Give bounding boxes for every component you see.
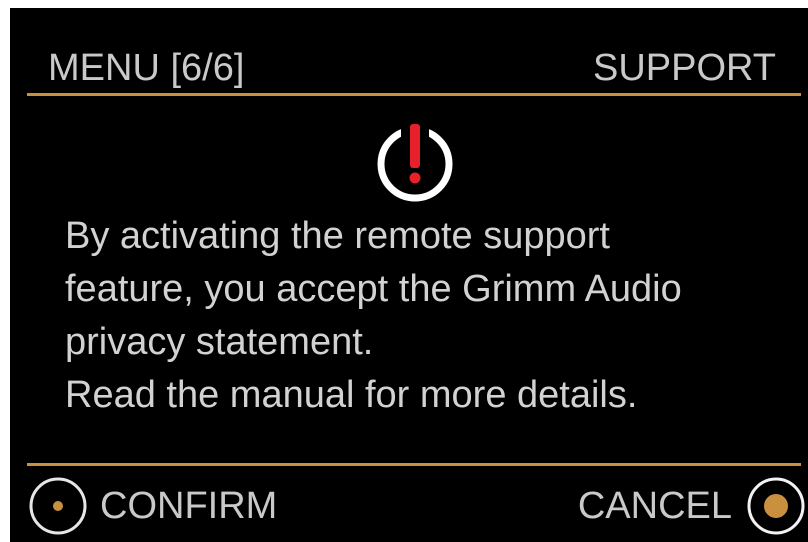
message-line: privacy statement. [65, 321, 374, 363]
message-line: feature, you accept the Grimm Audio [65, 268, 682, 310]
power-alert-icon [377, 124, 453, 202]
cancel-button[interactable]: CANCEL [578, 476, 806, 536]
message-line: Read the manual for more details. [65, 374, 638, 416]
confirm-label: CONFIRM [100, 485, 278, 527]
device-screen: MENU [6/6] SUPPORT By activating the rem… [10, 8, 808, 542]
menu-position: MENU [6/6] [48, 47, 245, 89]
confirm-button[interactable]: CONFIRM [28, 476, 277, 536]
header-divider [27, 93, 801, 96]
footer-divider [27, 463, 801, 466]
knob-selected-icon [747, 477, 805, 535]
cancel-label: CANCEL [577, 485, 732, 527]
section-title: SUPPORT [592, 47, 776, 89]
knob-icon [29, 477, 87, 535]
message-line: By activating the remote support [65, 215, 610, 257]
support-message: By activating the remote support feature… [65, 210, 785, 422]
